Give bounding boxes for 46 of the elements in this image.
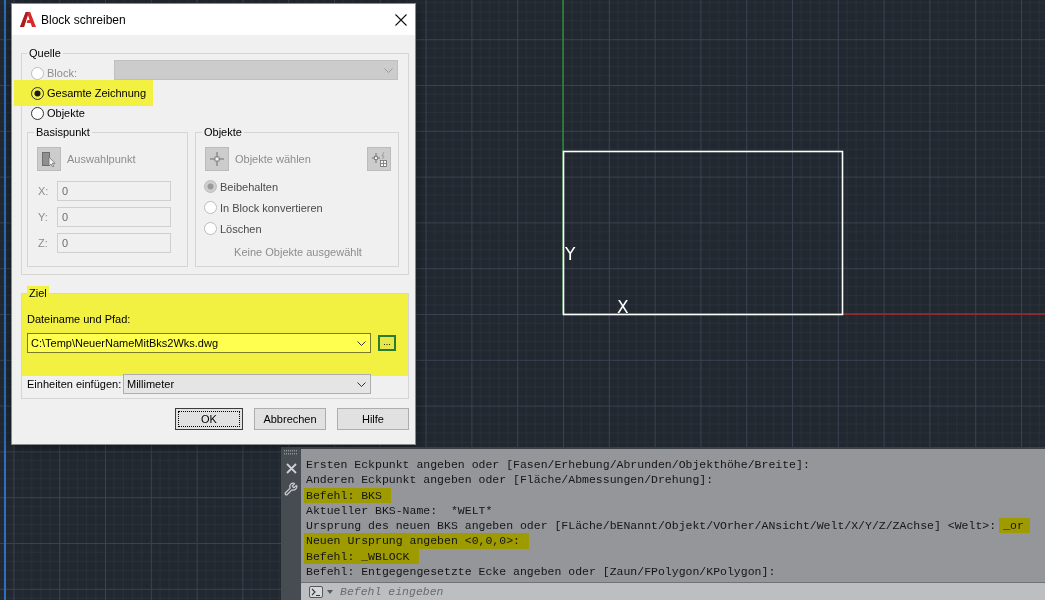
window-title: Block schreiben <box>41 12 127 27</box>
close-icon <box>395 13 407 26</box>
selection-status-text: Keine Objekte ausgewählt <box>233 245 363 259</box>
coordinate-label: Z: <box>37 236 49 250</box>
caret-icon <box>327 589 333 594</box>
close-icon[interactable] <box>285 463 297 474</box>
ucs-x-label: X <box>617 297 629 317</box>
recent-commands-button[interactable] <box>309 585 333 598</box>
dialog-button[interactable]: Hilfe <box>337 408 409 430</box>
ucs-y-label: Y <box>565 244 576 264</box>
history-line-text: Ersten Eckpunkt angeben oder [Fasen/Erhebung/Abrunden/Objekthöhe/Breite]: <box>306 457 810 473</box>
group-label: Quelle <box>28 46 62 60</box>
history-line-text: Anderen Eckpunkt angeben oder [Fläche/Abmessungen/Drehung]: <box>306 472 714 488</box>
radio-option[interactable]: Objekte <box>31 103 85 123</box>
app-logo-icon <box>20 12 36 27</box>
highlighted-history-text: _or <box>999 518 1030 534</box>
highlighted-history-text: Neuen Ursprung angeben <0,0,0>: <box>304 533 529 549</box>
select-objects-label: Objekte wählen <box>235 152 311 166</box>
highlighted-history-text: Befehl: BKS <box>304 487 391 503</box>
group-label: Basispunkt <box>35 125 91 139</box>
chevron-down-icon <box>357 381 366 387</box>
wrench-icon[interactable] <box>284 482 298 496</box>
dialog-button[interactable]: OK <box>175 408 243 430</box>
crosshair-grid-icon <box>371 151 387 167</box>
history-line-text: Befehl: Entgegengesetzte Ecke angeben oder [Zaun/FPolygon/KPolygon]: <box>306 564 776 580</box>
chevron-down-icon <box>384 67 393 73</box>
grip-dots-icon[interactable] <box>284 450 298 455</box>
window-cursor-icon <box>41 151 57 167</box>
history-line-text: Aktueller BKS-Name: *WELT* <box>306 502 493 519</box>
group-label: Ziel <box>27 286 49 300</box>
coordinate-label: X: <box>37 184 50 198</box>
browse-button[interactable]: ... <box>378 335 396 351</box>
units-label: Einheiten einfügen: <box>27 377 123 391</box>
close-button[interactable] <box>395 13 407 26</box>
command-prompt-icon <box>309 585 323 598</box>
dialog-button[interactable]: Abbrechen <box>254 408 326 430</box>
units-combo[interactable]: Millimeter <box>123 374 371 394</box>
pick-point-label: Auswahlpunkt <box>67 152 136 166</box>
crosshair-icon <box>209 151 225 167</box>
file-path-combo[interactable]: C:\Temp\NeuerNameMitBks2Wks.dwg <box>27 333 371 353</box>
radio-option[interactable]: Gesamte Zeichnung <box>14 80 154 106</box>
coordinate-label: Y: <box>37 210 49 224</box>
history-line-text: Ursprung des neuen BKS angeben oder [FLäche/bENannt/Objekt/VOrher/ANsicht/Welt/X/Y/Z/ZAchse] <Welt>: <box>306 518 997 534</box>
file-name-label: Dateiname und Pfad: <box>27 312 132 326</box>
chevron-down-icon <box>357 340 366 346</box>
group-label: Objekte <box>203 125 243 139</box>
